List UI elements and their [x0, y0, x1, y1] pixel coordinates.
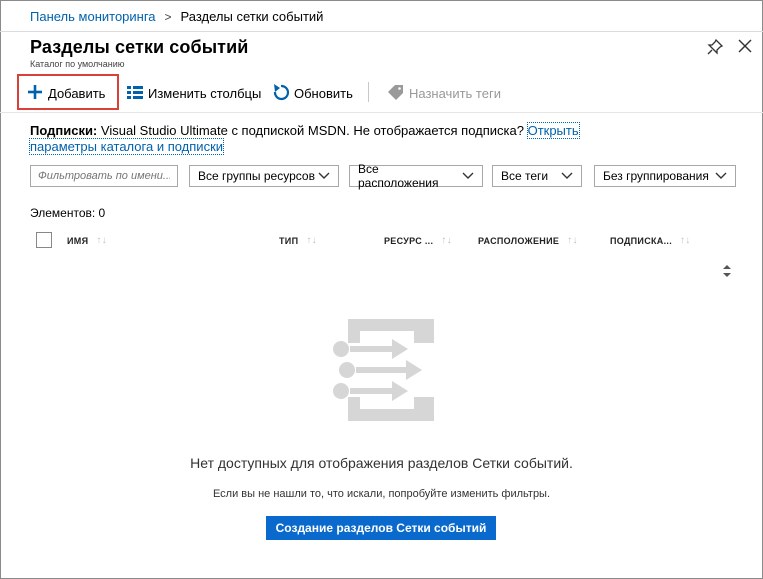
toolbar-divider: [368, 82, 369, 102]
breadcrumb-current: Разделы сетки событий: [180, 9, 324, 24]
column-header-location-label: РАСПОЛОЖЕНИЕ: [478, 235, 560, 246]
close-icon[interactable]: [736, 37, 754, 55]
resource-groups-filter[interactable]: Все группы ресурсов: [189, 165, 339, 187]
columns-icon: [127, 85, 148, 102]
empty-state-hint: Если вы не нашли то, что искали, попробу…: [212, 488, 551, 500]
sort-icon: ↑↓: [680, 235, 691, 246]
create-topics-button[interactable]: Создание разделов Сетки событий: [266, 516, 496, 540]
tags-filter-value: Все теги: [501, 169, 549, 183]
items-count: Элементов: 0: [30, 206, 106, 220]
page-subtitle: Каталог по умолчанию: [30, 59, 125, 69]
sort-icon: ↑↓: [567, 235, 578, 246]
breadcrumb: Панель мониторинга > Разделы сетки событ…: [30, 9, 323, 24]
directory-settings-link[interactable]: параметры каталога и подписки: [28, 138, 225, 155]
assign-tags-button[interactable]: Назначить теги: [388, 73, 501, 113]
column-header-subscription-label: ПОДПИСКА...: [610, 235, 672, 246]
empty-state-message: Нет доступных для отображения разделов С…: [190, 455, 573, 471]
refresh-label: Обновить: [294, 85, 353, 101]
column-header-name[interactable]: ИМЯ ↑↓: [67, 235, 107, 246]
column-header-type-label: ТИП: [279, 235, 299, 246]
toolbar-bottom-divider: [0, 112, 763, 113]
refresh-button[interactable]: Обновить: [273, 73, 353, 113]
edit-columns-label: Изменить столбцы: [148, 85, 262, 101]
chevron-down-icon: [462, 169, 474, 183]
column-header-name-label: ИМЯ: [67, 235, 89, 246]
sort-icon: ↑↓: [96, 235, 107, 246]
open-directory-link[interactable]: Открыть: [526, 122, 580, 139]
name-filter-input[interactable]: [30, 165, 178, 187]
sort-icon: ↑↓: [306, 235, 317, 246]
tag-icon: [388, 84, 409, 103]
assign-tags-label: Назначить теги: [409, 85, 501, 101]
sort-icon: ↑↓: [441, 235, 452, 246]
subscriptions-text: Visual Studio Ultimate с подпиской MSDN.…: [97, 123, 528, 138]
resource-groups-filter-value: Все группы ресурсов: [198, 169, 315, 183]
breadcrumb-separator: >: [164, 9, 172, 24]
tags-filter[interactable]: Все теги: [492, 165, 582, 187]
chevron-down-icon: [561, 169, 573, 183]
add-button-label: Добавить: [48, 85, 106, 101]
refresh-icon: [273, 83, 294, 104]
locations-filter[interactable]: Все расположения: [349, 162, 483, 190]
grouping-filter[interactable]: Без группирования: [594, 165, 736, 187]
grouping-filter-value: Без группирования: [603, 169, 709, 183]
locations-filter-value: Все расположения: [358, 162, 439, 190]
plus-icon: [27, 84, 48, 103]
breadcrumb-divider: [0, 31, 763, 32]
column-header-type[interactable]: ТИП ↑↓: [279, 235, 317, 246]
column-header-location[interactable]: РАСПОЛОЖЕНИЕ ↑↓: [478, 235, 578, 246]
add-button[interactable]: Добавить: [27, 73, 105, 113]
column-header-subscription[interactable]: ПОДПИСКА... ↑↓: [610, 235, 691, 246]
scroll-arrows[interactable]: [720, 262, 734, 280]
page-title: Разделы сетки событий: [30, 37, 249, 57]
column-header-resource-group-label: РЕСУРС ...: [384, 235, 434, 246]
subscriptions-info: Подписки: Visual Studio Ultimate с подпи…: [28, 122, 750, 155]
subscriptions-label: Подписки:: [30, 123, 98, 138]
column-header-resource-group[interactable]: РЕСУРС ... ↑↓: [384, 235, 452, 246]
pin-icon[interactable]: [706, 38, 724, 56]
event-grid-empty-icon: [330, 319, 438, 421]
select-all-checkbox[interactable]: [36, 232, 52, 248]
chevron-down-icon: [715, 169, 727, 183]
chevron-down-icon: [318, 169, 330, 183]
breadcrumb-dashboard-link[interactable]: Панель мониторинга: [30, 9, 156, 24]
edit-columns-button[interactable]: Изменить столбцы: [127, 73, 261, 113]
